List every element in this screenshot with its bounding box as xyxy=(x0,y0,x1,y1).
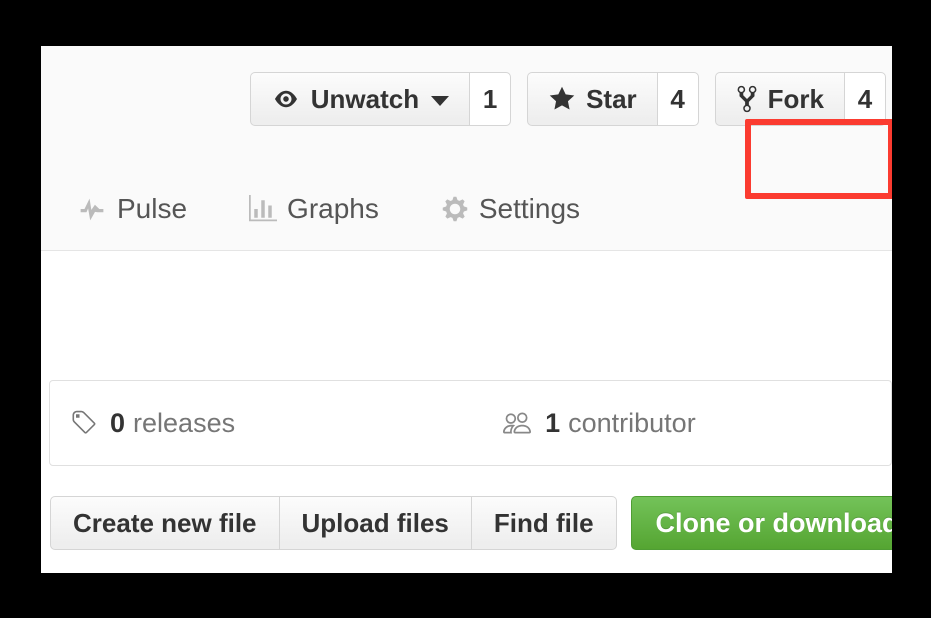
star-action-group: Star 4 xyxy=(527,72,699,126)
fork-button-highlight xyxy=(745,119,892,199)
watchers-count[interactable]: 1 xyxy=(469,72,512,126)
eye-icon xyxy=(271,88,301,110)
tab-settings-label: Settings xyxy=(478,193,581,224)
releases-label: releases xyxy=(133,407,236,438)
tab-pulse[interactable]: Pulse xyxy=(77,193,187,225)
star-button-with-count: Star 4 xyxy=(527,72,699,126)
fork-action-group: Fork 4 xyxy=(714,72,886,126)
repository-page: Unwatch 1 Star 4 Fork 4 Pulse Graphs Set… xyxy=(41,46,892,573)
star-button[interactable]: Star xyxy=(527,72,657,126)
releases-summary[interactable]: 0 releases xyxy=(68,408,235,439)
numbers-summary: 0 releases 1 contributor xyxy=(49,380,892,466)
watch-button-with-count: Unwatch 1 xyxy=(249,72,512,126)
contributors-label: contributor xyxy=(568,407,696,438)
clone-or-download-label: Clone or download xyxy=(655,507,892,538)
clone-or-download-button[interactable]: Clone or download xyxy=(630,496,892,550)
repository-header: Unwatch 1 Star 4 Fork 4 Pulse Graphs Set… xyxy=(41,46,892,251)
tab-graphs-label: Graphs xyxy=(287,193,379,224)
forks-count[interactable]: 4 xyxy=(844,72,886,126)
fork-button-label: Fork xyxy=(767,83,824,114)
find-file-button[interactable]: Find file xyxy=(471,496,617,550)
contributors-count: 1 xyxy=(545,407,561,438)
file-action-button-group: Create new file Upload files Find file xyxy=(50,496,617,550)
watch-action-group: Unwatch 1 xyxy=(249,72,512,126)
releases-count: 0 xyxy=(110,407,126,438)
contributors-summary[interactable]: 1 contributor xyxy=(501,408,696,439)
tab-graphs[interactable]: Graphs xyxy=(249,193,379,225)
repository-nav-tabs: Pulse Graphs Settings xyxy=(77,193,642,225)
chevron-down-icon xyxy=(431,95,450,106)
graph-icon xyxy=(249,195,278,223)
star-button-label: Star xyxy=(586,83,637,114)
unwatch-button[interactable]: Unwatch xyxy=(249,72,470,126)
tab-settings[interactable]: Settings xyxy=(441,193,580,225)
file-navigation: Create new file Upload files Find file C… xyxy=(50,496,892,550)
tab-pulse-label: Pulse xyxy=(117,193,188,224)
star-icon xyxy=(548,85,576,113)
repo-forked-icon xyxy=(736,84,758,114)
pulse-icon xyxy=(77,196,107,222)
create-new-file-button[interactable]: Create new file xyxy=(50,496,280,550)
fork-button[interactable]: Fork xyxy=(714,72,844,126)
fork-button-with-count: Fork 4 xyxy=(714,72,886,126)
people-icon xyxy=(501,409,533,437)
pagehead-actions: Unwatch 1 Star 4 Fork 4 xyxy=(234,72,886,126)
stargazers-count[interactable]: 4 xyxy=(656,72,699,126)
unwatch-button-label: Unwatch xyxy=(310,83,420,114)
gear-icon xyxy=(441,195,469,223)
tag-icon xyxy=(68,409,98,437)
upload-files-button[interactable]: Upload files xyxy=(279,496,472,550)
